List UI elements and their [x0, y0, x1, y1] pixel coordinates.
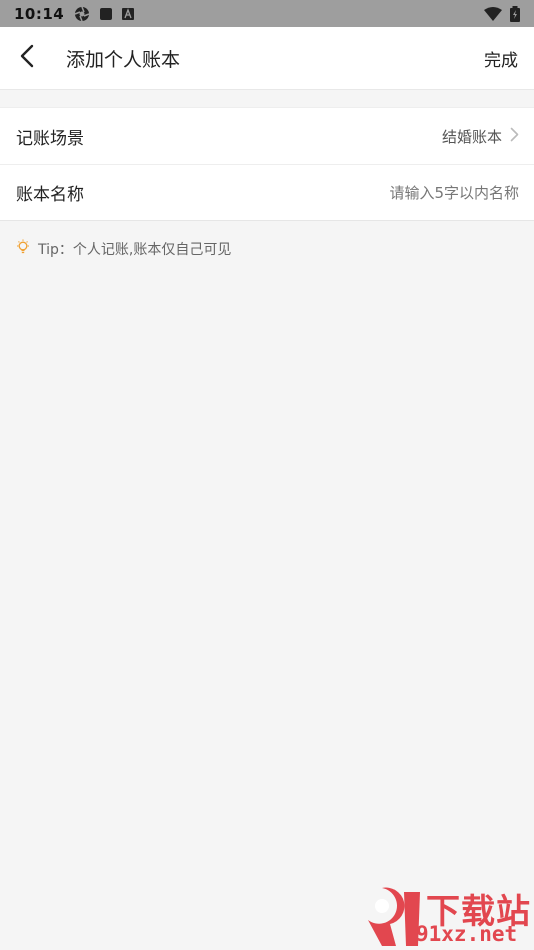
scene-value: 结婚账本	[441, 127, 502, 146]
wifi-icon	[484, 6, 502, 21]
square-notification-icon	[100, 7, 113, 20]
tip-text: Tip：个人记账,账本仅自己可见	[38, 242, 232, 258]
chevron-right-icon	[510, 127, 519, 146]
page-title: 添加个人账本	[66, 48, 181, 71]
app-header: 添加个人账本 完成	[0, 27, 534, 90]
tip: Tip：个人记账,账本仅自己可见	[0, 239, 534, 259]
watermark-bottom-text: 91xz.net	[416, 922, 518, 946]
done-button[interactable]: 完成	[484, 46, 518, 71]
scene-label: 记账场景	[16, 128, 84, 149]
watermark: 下载站 91xz.net	[360, 884, 532, 948]
a-notification-icon	[122, 7, 135, 20]
status-bar: 10:14	[0, 0, 534, 27]
lightbulb-icon	[16, 239, 30, 259]
scene-value-group: 结婚账本	[442, 126, 519, 147]
name-row: 账本名称	[0, 164, 534, 220]
aperture-icon	[74, 6, 90, 22]
name-input[interactable]	[259, 183, 519, 202]
name-label: 账本名称	[16, 185, 84, 205]
scene-row[interactable]: 记账场景 结婚账本	[0, 108, 534, 164]
account-book-form: 记账场景 结婚账本 账本名称	[0, 107, 534, 221]
battery-charging-icon	[510, 5, 520, 22]
status-time: 10:14	[14, 4, 65, 23]
status-right	[484, 5, 520, 22]
status-left: 10:14	[14, 4, 135, 23]
back-button[interactable]	[20, 38, 50, 78]
chevron-left-icon	[20, 44, 34, 72]
